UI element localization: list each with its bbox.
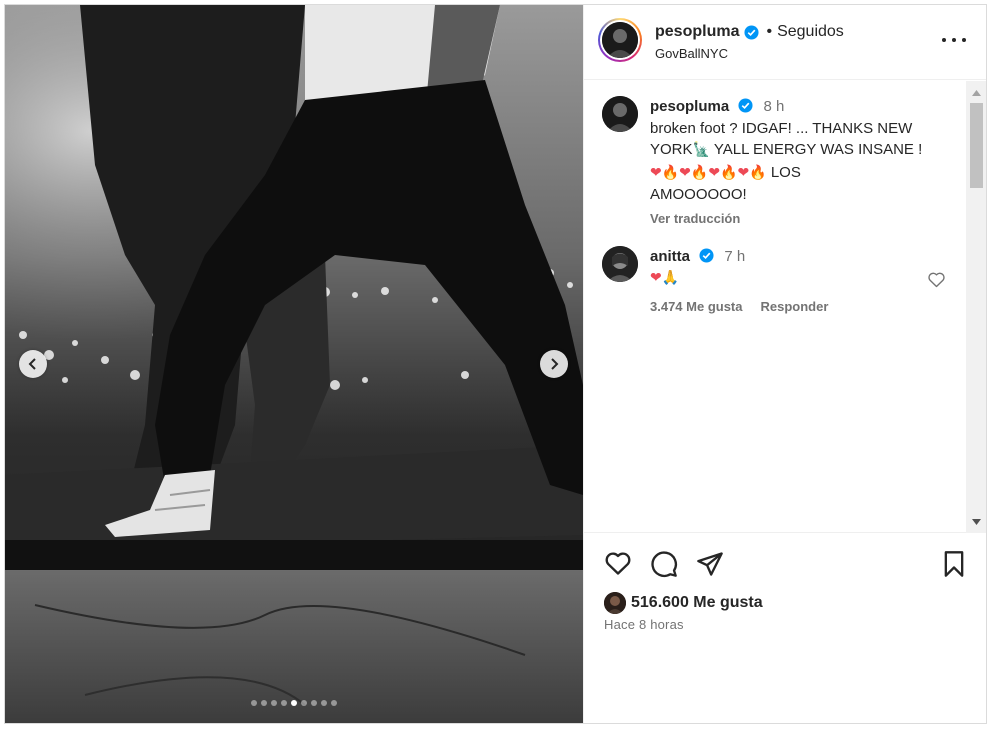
- bookmark-icon[interactable]: [942, 550, 966, 578]
- author-avatar-story-ring[interactable]: [598, 18, 642, 62]
- carousel-dot: [251, 700, 257, 706]
- post-media: [5, 5, 583, 723]
- hearts-fire-emoji-row: ❤🔥❤🔥❤🔥❤🔥: [650, 164, 767, 181]
- comment-username[interactable]: pesopluma: [650, 98, 729, 115]
- verified-badge-icon: [699, 248, 714, 263]
- carousel-dot: [281, 700, 287, 706]
- chevron-right-icon: [551, 358, 559, 370]
- scrollbar-thumb[interactable]: [970, 103, 983, 188]
- heart-icon[interactable]: [604, 550, 632, 576]
- comment-username[interactable]: anitta: [650, 248, 690, 265]
- follow-separator: •: [766, 23, 773, 40]
- verified-badge-icon: [744, 24, 759, 40]
- avatar[interactable]: [602, 96, 638, 132]
- avatar[interactable]: [602, 246, 638, 282]
- caption-text-line: ❤🔥❤🔥❤🔥❤🔥 LOS: [650, 163, 801, 181]
- paper-plane-icon[interactable]: [696, 550, 724, 578]
- comment-likes-count[interactable]: 3.474 Me gusta: [650, 296, 743, 318]
- carousel-dot: [301, 700, 307, 706]
- comment-like-heart-icon[interactable]: [927, 271, 946, 288]
- carousel-dot: [321, 700, 327, 706]
- carousel-dot: [311, 700, 317, 706]
- chevron-left-icon: [28, 358, 36, 370]
- scroll-up-arrow-icon[interactable]: [966, 84, 986, 101]
- likes-count: 516.600 Me gusta: [631, 594, 763, 611]
- caption-text-line: broken foot ? IDGAF! ... THANKS NEW: [650, 119, 913, 137]
- comment-text: ❤🙏: [650, 269, 680, 286]
- caption-text-line: YORK🗽 YALL ENERGY WAS INSANE !: [650, 141, 923, 158]
- statue-of-liberty-emoji: 🗽: [692, 142, 710, 158]
- post-actions-bar: [584, 545, 986, 585]
- following-button[interactable]: Seguidos: [777, 23, 844, 41]
- previous-slide-button[interactable]: [19, 350, 47, 378]
- avatar: [602, 22, 638, 58]
- comment-time: 7 h: [724, 248, 746, 265]
- caption-text-line: AMOOOOOO!: [650, 186, 747, 203]
- next-slide-button[interactable]: [540, 350, 568, 378]
- more-options-icon[interactable]: [942, 33, 966, 47]
- post-timestamp: Hace 8 horas: [604, 617, 684, 632]
- concert-photo: [5, 5, 583, 723]
- verified-badge-icon: [738, 98, 753, 113]
- post-location[interactable]: GovBallNYC: [655, 46, 728, 61]
- comment-icon[interactable]: [650, 550, 678, 578]
- author-username[interactable]: pesopluma: [655, 23, 739, 41]
- carousel-dot: [271, 700, 277, 706]
- post-side-panel: pesopluma • Seguidos GovBallNYC pesoplum…: [583, 5, 986, 723]
- avatar: [604, 592, 626, 614]
- carousel-dot: [291, 700, 297, 706]
- scroll-down-arrow-icon[interactable]: [966, 513, 986, 530]
- post-modal: pesopluma • Seguidos GovBallNYC pesoplum…: [4, 4, 987, 724]
- reply-button[interactable]: Responder: [761, 296, 829, 318]
- likes-summary[interactable]: 516.600 Me gusta: [604, 592, 763, 614]
- see-translation-link[interactable]: Ver traducción: [650, 208, 740, 230]
- comments-scrollbar[interactable]: [966, 81, 986, 533]
- comment-time: 8 h: [763, 98, 785, 115]
- comments-section: pesopluma 8 h broken foot ? IDGAF! ... T…: [584, 81, 986, 533]
- carousel-dot: [331, 700, 337, 706]
- carousel-dot: [261, 700, 267, 706]
- carousel-indicator: [5, 700, 583, 706]
- post-header: pesopluma • Seguidos GovBallNYC: [584, 5, 986, 80]
